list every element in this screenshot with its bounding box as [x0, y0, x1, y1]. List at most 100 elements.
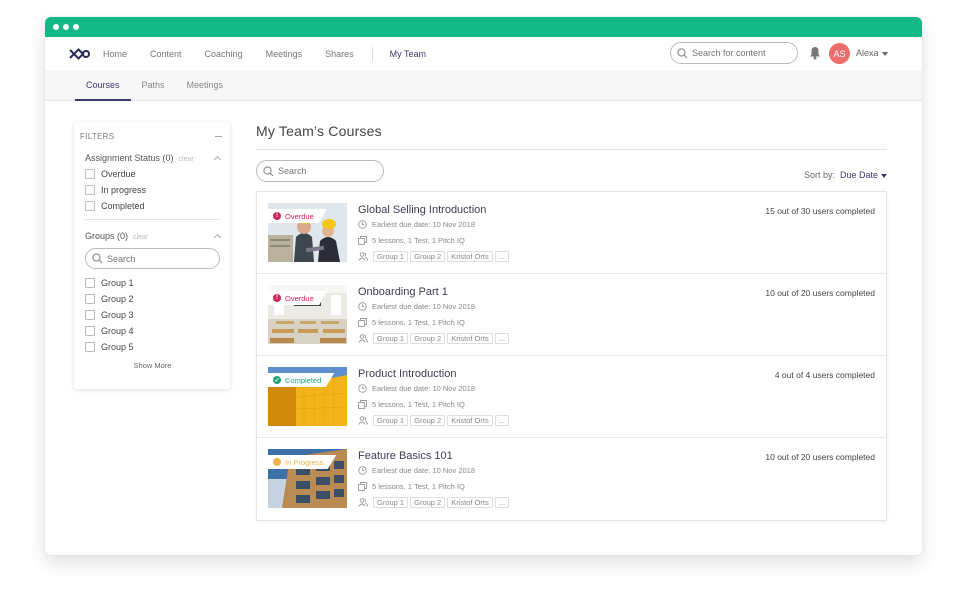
filter-option-group-4[interactable]: Group 4 [85, 323, 220, 339]
courses-search-input[interactable] [278, 166, 378, 176]
show-more-link[interactable]: Show More [85, 361, 220, 370]
alert-icon: ! [273, 212, 281, 220]
due-date-text: Earliest due date: 10 Nov 2018 [372, 302, 475, 311]
sub-nav: Courses Paths Meetings [45, 70, 922, 101]
course-row[interactable]: In Progress Feature Basics 101 Earliest … [257, 438, 886, 520]
filter-option-overdue[interactable]: Overdue [85, 166, 220, 182]
clock-icon [358, 302, 367, 311]
status-text: Completed [285, 375, 322, 385]
filter-option-in-progress[interactable]: In progress [85, 182, 220, 198]
groups-clear-link[interactable]: clear [133, 234, 148, 241]
caret-down-icon [881, 173, 887, 178]
more-tags[interactable]: ... [494, 415, 509, 426]
collapse-icon[interactable] [215, 135, 222, 137]
checkbox[interactable] [85, 185, 95, 195]
status-badge-completed: ✓ Completed [268, 373, 335, 387]
user-menu[interactable]: Alexa [856, 48, 888, 58]
tab-courses[interactable]: Courses [75, 80, 131, 101]
sort-control[interactable]: Sort by: Due Date [804, 170, 887, 180]
option-label: Group 3 [101, 310, 134, 320]
groups-section: Groups (0)clear Group 1 Group 2 Group 3 … [74, 228, 230, 370]
checkbox[interactable] [85, 201, 95, 211]
nav-content[interactable]: Content [150, 49, 182, 59]
due-date-text: Earliest due date: 10 Nov 2018 [372, 384, 475, 393]
course-row[interactable]: ! Overdue Onboarding Part 1 Earliest due … [257, 274, 886, 356]
sort-value[interactable]: Due Date [840, 170, 878, 180]
content-summary: 5 lessons, 1 Test, 1 Pitch IQ [358, 400, 465, 409]
assignment-clear-link[interactable]: clear [179, 156, 194, 163]
filters-panel: FILTERS Assignment Status (0) clear Overd… [74, 122, 230, 389]
course-title[interactable]: Global Selling Introduction [358, 204, 486, 216]
content-search[interactable] [670, 42, 798, 64]
window-dot[interactable] [53, 24, 59, 30]
checkbox[interactable] [85, 169, 95, 179]
due-date: Earliest due date: 10 Nov 2018 [358, 466, 475, 475]
course-title[interactable]: Product Introduction [358, 368, 456, 380]
more-tags[interactable]: ... [494, 333, 509, 344]
filter-option-group-2[interactable]: Group 2 [85, 291, 220, 307]
completion-count: 4 out of 4 users completed [774, 370, 875, 380]
more-tags[interactable]: ... [494, 251, 509, 262]
infinity-logo-icon[interactable] [68, 47, 90, 61]
status-text: In Progress [285, 457, 324, 467]
nav-coaching[interactable]: Coaching [205, 49, 243, 59]
clock-icon [358, 466, 367, 475]
filter-option-group-1[interactable]: Group 1 [85, 275, 220, 291]
layers-icon [358, 400, 367, 409]
course-title[interactable]: Onboarding Part 1 [358, 286, 448, 298]
caret-down-icon [881, 51, 888, 56]
nav-divider [371, 46, 373, 61]
page-title: My Team’s Courses [256, 123, 382, 139]
checkbox[interactable] [85, 342, 95, 352]
filter-option-completed[interactable]: Completed [85, 198, 220, 214]
app-window: Home Content Coaching Meetings Shares My… [45, 17, 922, 555]
tag: Group 2 [410, 415, 446, 426]
nav-home[interactable]: Home [103, 49, 127, 59]
groups-search[interactable] [85, 248, 220, 269]
due-date: Earliest due date: 10 Nov 2018 [358, 384, 475, 393]
layers-icon [358, 318, 367, 327]
window-dot[interactable] [73, 24, 79, 30]
checkbox[interactable] [85, 310, 95, 320]
divider [256, 149, 887, 150]
avatar[interactable]: AS [829, 43, 850, 64]
checkbox[interactable] [85, 326, 95, 336]
course-thumbnail: ! Overdue [268, 285, 347, 344]
assignees: Group 1 Group 2 Kristof Orts... [358, 333, 511, 344]
chevron-up-icon[interactable] [213, 233, 222, 242]
tab-paths[interactable]: Paths [131, 80, 176, 100]
tag: Kristof Orts [447, 497, 493, 508]
filter-option-group-3[interactable]: Group 3 [85, 307, 220, 323]
groups-search-input[interactable] [107, 253, 197, 264]
search-icon [263, 165, 274, 176]
chevron-up-icon[interactable] [213, 155, 222, 164]
course-thumbnail: In Progress [268, 449, 347, 508]
filter-option-group-5[interactable]: Group 5 [85, 339, 220, 355]
nav-shares[interactable]: Shares [325, 49, 354, 59]
course-thumbnail: ✓ Completed [268, 367, 347, 426]
content-summary-text: 5 lessons, 1 Test, 1 Pitch IQ [372, 400, 465, 409]
user-name: Alexa [856, 48, 879, 58]
status-badge-in-progress: In Progress [268, 455, 337, 469]
filters-title: FILTERS [80, 131, 115, 141]
window-dot[interactable] [63, 24, 69, 30]
course-row[interactable]: ✓ Completed Product Introduction Earliest… [257, 356, 886, 438]
course-row[interactable]: ! Overdue Global Selling Introduction Ear… [257, 192, 886, 274]
tab-meetings[interactable]: Meetings [176, 80, 235, 100]
courses-search[interactable] [256, 160, 384, 182]
completion-count: 15 out of 30 users completed [765, 206, 875, 216]
course-title[interactable]: Feature Basics 101 [358, 450, 453, 462]
content-summary: 5 lessons, 1 Test, 1 Pitch IQ [358, 236, 465, 245]
more-tags[interactable]: ... [494, 497, 509, 508]
bell-icon[interactable] [809, 46, 821, 60]
option-label: Overdue [101, 169, 136, 179]
nav-my-team[interactable]: My Team [390, 49, 426, 59]
clock-icon [358, 220, 367, 229]
content-search-input[interactable] [692, 48, 792, 58]
tag: Kristof Orts [447, 251, 493, 262]
tag: Group 1 [373, 251, 409, 262]
nav-meetings[interactable]: Meetings [266, 49, 303, 59]
checkbox[interactable] [85, 294, 95, 304]
checkbox[interactable] [85, 278, 95, 288]
content-summary: 5 lessons, 1 Test, 1 Pitch IQ [358, 482, 465, 491]
